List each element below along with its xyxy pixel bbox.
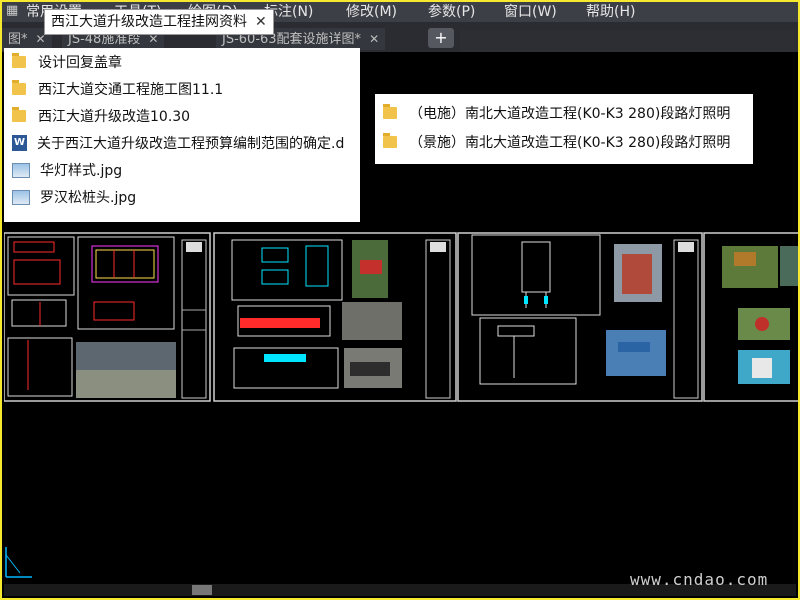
menu-item-params[interactable]: 参数(P) (428, 1, 475, 21)
menu-item-window[interactable]: 窗口(W) (504, 1, 557, 21)
app-icon: ▦ (6, 3, 19, 18)
list-item[interactable]: W 关于西江大道升级改造工程预算编制范围的确定.d (12, 132, 344, 154)
menu-item-modify[interactable]: 修改(M) (346, 1, 397, 21)
folder-icon (12, 80, 26, 95)
list-item[interactable]: （电施）南北大道改造工程(K0-K3 280)段路灯照明 (383, 102, 730, 124)
file-name: 罗汉松桩头.jpg (40, 190, 137, 206)
folder-icon (383, 133, 397, 148)
drawing-sheet-4[interactable] (703, 232, 800, 402)
folder-icon (12, 53, 26, 68)
file-name: 西江大道升级改造10.30 (38, 109, 191, 125)
folder-icon (12, 107, 26, 122)
ucs-axis-icon (5, 547, 32, 578)
file-name: （电施）南北大道改造工程(K0-K3 280)段路灯照明 (409, 106, 731, 122)
file-name: 西江大道交通工程施工图11.1 (38, 82, 224, 98)
drawing-sheet-1[interactable] (4, 232, 211, 402)
list-item[interactable]: 西江大道升级改造10.30 (12, 105, 190, 127)
folder-tooltip: 西江大道升级改造工程挂网资料 ✕ (44, 9, 274, 35)
drawing-sheet-3[interactable] (457, 232, 703, 402)
file-list-panel-2: （电施）南北大道改造工程(K0-K3 280)段路灯照明 （景施）南北大道改造工… (375, 94, 753, 164)
tab-label: 图* (8, 32, 28, 47)
close-icon[interactable]: ✕ (255, 14, 267, 30)
file-name: （景施）南北大道改造工程(K0-K3 280)段路灯照明 (409, 135, 731, 151)
list-item[interactable]: （景施）南北大道改造工程(K0-K3 280)段路灯照明 (383, 131, 730, 153)
list-item[interactable]: 罗汉松桩头.jpg (12, 186, 136, 208)
list-item[interactable]: 设计回复盖章 (12, 51, 122, 73)
word-doc-icon: W (12, 135, 27, 151)
cad-drawing-canvas[interactable] (4, 230, 800, 406)
file-name: 设计回复盖章 (38, 55, 122, 71)
scrollbar-thumb[interactable] (192, 585, 212, 595)
tooltip-text: 西江大道升级改造工程挂网资料 (51, 14, 247, 30)
menu-item-help[interactable]: 帮助(H) (586, 1, 635, 21)
file-list-panel: 设计回复盖章 西江大道交通工程施工图11.1 西江大道升级改造10.30 W 关于… (4, 48, 360, 222)
close-icon[interactable]: ✕ (369, 32, 379, 46)
site-watermark: www.cndao.com (630, 570, 769, 589)
list-item[interactable]: 西江大道交通工程施工图11.1 (12, 78, 223, 100)
file-name: 华灯样式.jpg (40, 163, 123, 179)
list-item[interactable]: 华灯样式.jpg (12, 159, 122, 181)
tab-bar-filler (460, 30, 796, 52)
image-file-icon (12, 162, 30, 178)
new-tab-button[interactable]: + (428, 28, 454, 48)
drawing-sheet-2[interactable] (213, 232, 457, 402)
folder-icon (383, 104, 397, 119)
image-file-icon (12, 189, 30, 205)
file-name: 关于西江大道升级改造工程预算编制范围的确定.d (37, 136, 345, 152)
